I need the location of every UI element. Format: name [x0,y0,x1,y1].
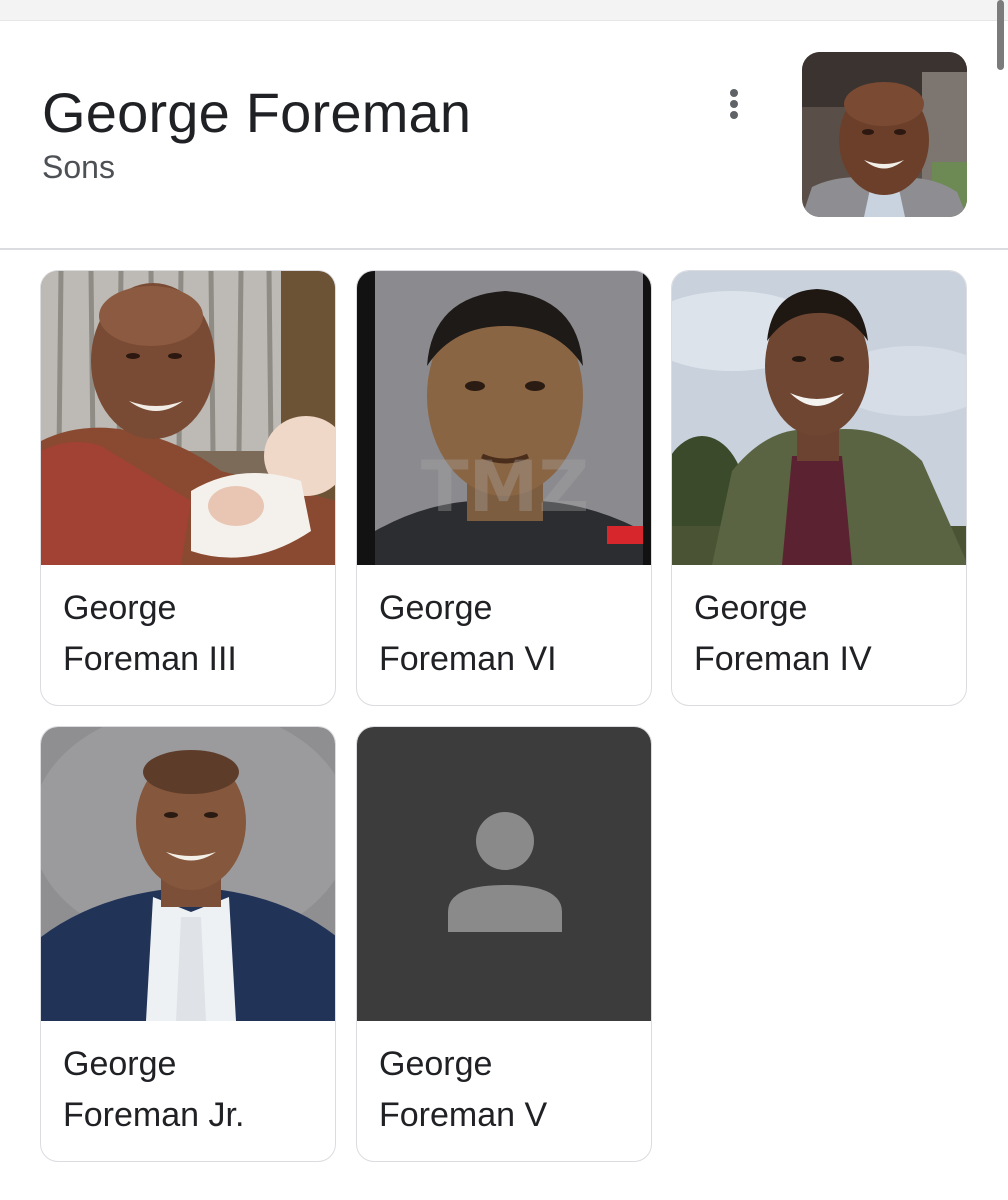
son-name: George Foreman III [63,583,323,685]
more-vert-icon [730,89,738,97]
top-edge [0,0,1008,21]
son-card-george-foreman-vi[interactable]: TMZ George Foreman VI [356,270,652,706]
more-options-button[interactable] [708,77,760,129]
son-name-line1: George [379,589,493,627]
son-card-george-foreman-iv[interactable]: George Foreman IV [671,270,967,706]
person-placeholder-icon [357,727,651,1021]
son-name-line2: Foreman Jr. [63,1096,245,1134]
son-card-george-foreman-iii[interactable]: George Foreman III [40,270,336,706]
son-name-line2: Foreman V [379,1096,548,1134]
son-name-line1: George [694,589,808,627]
son-name: George Foreman VI [379,583,639,685]
son-photo [672,271,966,565]
tmz-watermark: TMZ [421,446,589,528]
more-vert-icon-dot [730,111,738,119]
son-name-line1: George [379,1045,493,1083]
knowledge-panel: George Foreman Sons George Foreman III T… [0,0,1008,1200]
header-divider [0,248,1008,250]
son-name-line2: Foreman IV [694,640,872,678]
son-card-george-foreman-jr[interactable]: George Foreman Jr. [40,726,336,1162]
page-title: George Foreman [42,81,472,144]
son-name: George Foreman IV [694,583,954,685]
son-name-line2: Foreman VI [379,640,557,678]
son-name: George Foreman Jr. [63,1039,323,1141]
son-photo [41,727,335,1021]
son-name: George Foreman V [379,1039,639,1141]
profile-thumbnail[interactable] [802,52,967,217]
son-name-line2: Foreman III [63,640,237,678]
son-card-george-foreman-v[interactable]: George Foreman V [356,726,652,1162]
son-photo [41,271,335,565]
son-name-line1: George [63,1045,177,1083]
son-name-line1: George [63,589,177,627]
panel-header: George Foreman Sons [0,21,1008,248]
more-vert-icon-dot [730,100,738,108]
son-photo-placeholder [357,727,651,1021]
page-subtitle: Sons [42,149,115,185]
son-photo: TMZ [357,271,651,565]
